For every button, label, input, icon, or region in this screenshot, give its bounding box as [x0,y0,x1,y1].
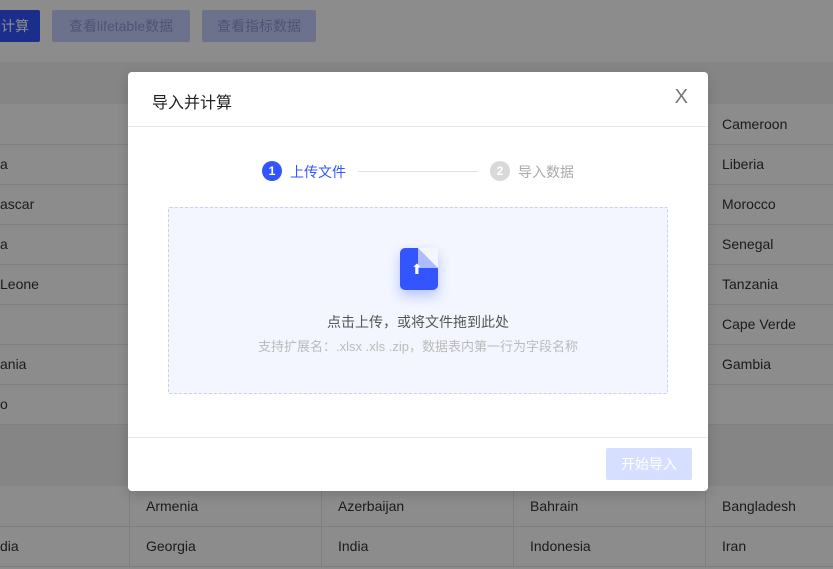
step-2-icon: 2 [490,161,510,181]
import-modal: 导入并计算 X 1 上传文件 2 导入数据 ⬆ 点击上传，或将文件拖到此处 支持… [128,72,708,491]
close-icon[interactable]: X [675,86,688,109]
modal-title: 导入并计算 [152,95,233,112]
step-1-label: 上传文件 [290,164,346,180]
file-upload-icon: ⬆ [400,248,438,290]
step-divider [358,171,478,172]
upload-hint: 支持扩展名：.xlsx .xls .zip，数据表内第一行为字段名称 [258,339,578,354]
upload-text: 点击上传，或将文件拖到此处 [327,314,509,330]
upload-dropzone[interactable]: ⬆ 点击上传，或将文件拖到此处 支持扩展名：.xlsx .xls .zip，数据… [168,207,668,394]
step-2-label: 导入数据 [518,164,574,180]
steps: 1 上传文件 2 导入数据 [262,160,582,182]
step-1-icon: 1 [262,161,282,181]
start-import-button[interactable]: 开始导入 [606,448,692,480]
